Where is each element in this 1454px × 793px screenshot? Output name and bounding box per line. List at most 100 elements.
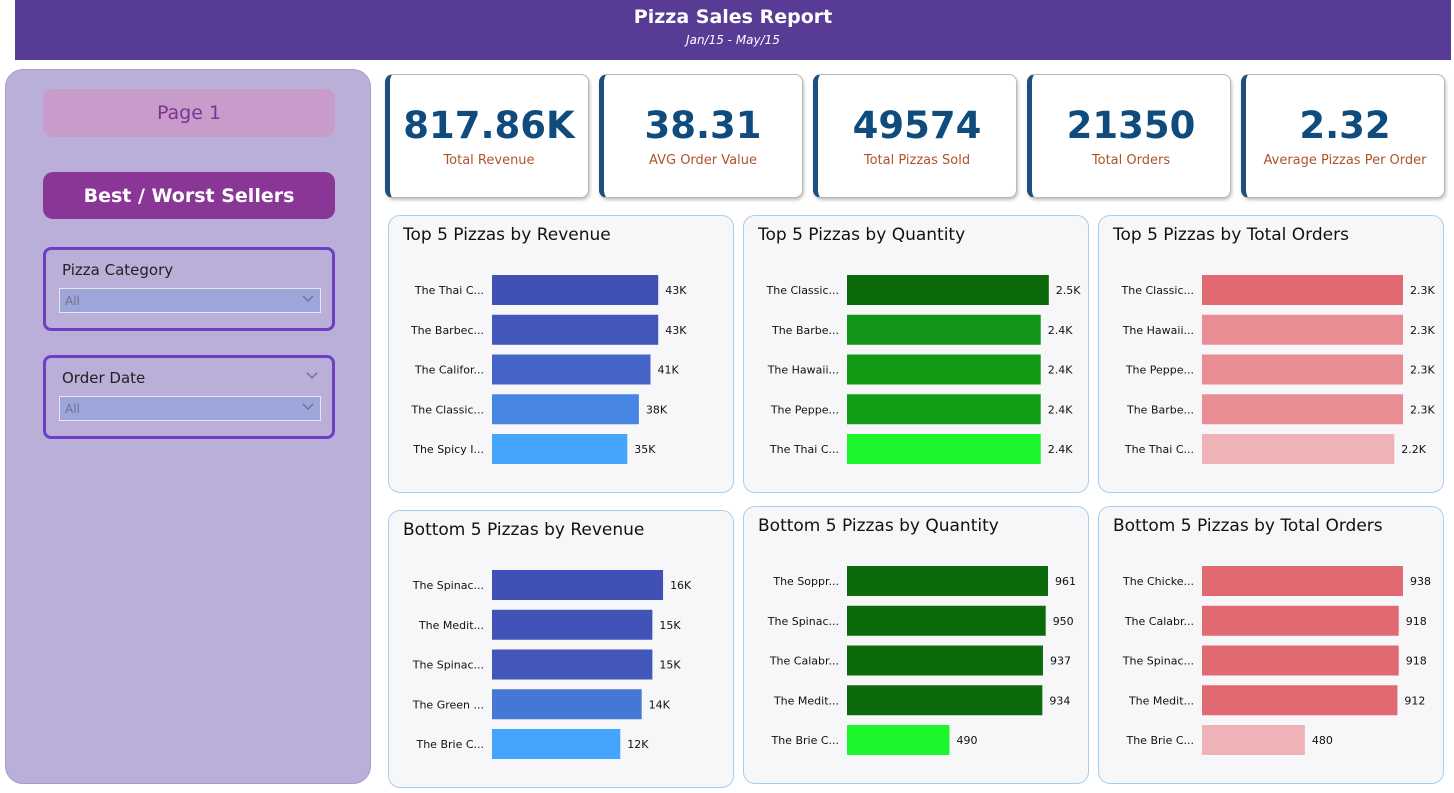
category-label: The Brie C... <box>1125 734 1194 747</box>
bar[interactable] <box>492 609 653 640</box>
chevron-down-icon <box>302 295 314 302</box>
bar[interactable] <box>847 725 950 755</box>
data-label: 938 <box>1410 575 1431 588</box>
chart-bottom5-quantity: Bottom 5 Pizzas by Quantity The Soppr...… <box>743 506 1089 784</box>
data-label: 918 <box>1406 615 1427 628</box>
chart-bottom5-revenue: Bottom 5 Pizzas by Revenue The Spinac...… <box>388 510 734 788</box>
category-label: The Spicy I... <box>412 443 484 456</box>
bar[interactable] <box>492 434 628 464</box>
chevron-down-icon[interactable] <box>306 369 318 381</box>
data-label: 934 <box>1049 694 1070 707</box>
bar[interactable] <box>1202 434 1395 464</box>
chart-bottom5-orders: Bottom 5 Pizzas by Total Orders The Chic… <box>1098 506 1444 784</box>
bar[interactable] <box>847 314 1041 345</box>
bar[interactable] <box>492 689 642 720</box>
bar[interactable] <box>847 685 1043 716</box>
category-label: The Barbec... <box>410 324 484 337</box>
bar[interactable] <box>1202 605 1399 636</box>
bar[interactable] <box>847 394 1041 425</box>
bar[interactable] <box>1202 725 1305 755</box>
category-label: The Soppr... <box>772 575 839 588</box>
bar[interactable] <box>1202 275 1403 305</box>
pizza-category-dropdown[interactable]: All <box>59 288 321 313</box>
data-label: 14K <box>649 698 671 711</box>
bar[interactable] <box>1202 354 1403 385</box>
bar[interactable] <box>492 354 651 385</box>
chart-bottom5-revenue-svg: The Spinac... 16K The Medit... 15K The Spina… <box>412 570 692 759</box>
data-label: 2.3K <box>1410 403 1435 416</box>
data-label: 2.5K <box>1056 284 1081 297</box>
data-label: 43K <box>665 324 687 337</box>
bar[interactable] <box>847 566 1048 596</box>
category-label: The Thai C... <box>414 284 484 297</box>
category-label: The Classic... <box>411 403 485 416</box>
category-label: The Barbe... <box>1126 403 1194 416</box>
category-label: The Hawaii... <box>1122 324 1194 337</box>
bar[interactable] <box>492 729 621 759</box>
category-label: The Green ... <box>412 698 484 711</box>
category-label: The Brie C... <box>770 734 839 747</box>
category-label: The Peppe... <box>1125 364 1194 377</box>
category-label: The Chicke... <box>1122 575 1194 588</box>
order-date-dropdown[interactable]: All <box>59 396 321 421</box>
data-label: 480 <box>1312 734 1333 747</box>
report-title: Pizza Sales Report <box>633 6 833 28</box>
bar[interactable] <box>1202 394 1403 425</box>
kpi-label: Total Revenue <box>443 153 535 168</box>
kpi-card-avg-order-value: 38.31 AVG Order Value <box>599 74 803 198</box>
report-header: Pizza Sales Report Jan/15 - May/15 <box>15 0 1451 60</box>
bar[interactable] <box>1202 645 1399 676</box>
kpi-label: Average Pizzas Per Order <box>1263 153 1427 168</box>
data-label: 38K <box>646 403 668 416</box>
bar[interactable] <box>492 394 639 425</box>
bar[interactable] <box>492 649 653 680</box>
order-date-label: Order Date <box>62 369 146 387</box>
data-label: 2.3K <box>1410 284 1435 297</box>
data-label: 2.4K <box>1048 364 1073 377</box>
pizza-category-slicer: Pizza Category All <box>43 247 335 331</box>
category-label: The Califor... <box>414 364 484 377</box>
bar[interactable] <box>847 645 1043 676</box>
bar[interactable] <box>1202 685 1398 716</box>
data-label: 950 <box>1053 615 1074 628</box>
chart-top5-revenue: Top 5 Pizzas by Revenue The Thai C... 43K… <box>388 215 734 493</box>
bar[interactable] <box>492 570 664 600</box>
pizza-category-value: All <box>65 294 80 308</box>
category-label: The Thai C... <box>769 443 839 456</box>
chart-top5-revenue-svg: The Thai C... 43K The Barbec... 43K The Cali… <box>410 275 687 464</box>
kpi-card-total-revenue: 817.86K Total Revenue <box>385 74 589 198</box>
best-worst-sellers-button[interactable]: Best / Worst Sellers <box>43 172 335 219</box>
kpi-card-total-pizzas-sold: 49574 Total Pizzas Sold <box>813 74 1017 198</box>
category-label: The Calabr... <box>769 655 839 668</box>
chart-top5-quantity: Top 5 Pizzas by Quantity The Classic... 2… <box>743 215 1089 493</box>
data-label: 2.4K <box>1048 403 1073 416</box>
bar[interactable] <box>847 354 1041 385</box>
category-label: The Medit... <box>418 619 484 632</box>
bar[interactable] <box>492 314 659 345</box>
order-date-value: All <box>65 402 80 416</box>
category-label: The Spinac... <box>767 615 839 628</box>
bar[interactable] <box>847 434 1041 464</box>
data-label: 2.3K <box>1410 324 1435 337</box>
category-label: The Classic... <box>766 284 840 297</box>
bar[interactable] <box>492 275 659 305</box>
sidebar: Page 1 Best / Worst Sellers Pizza Catego… <box>5 69 371 784</box>
category-label: The Medit... <box>1128 694 1194 707</box>
bar[interactable] <box>1202 314 1403 345</box>
data-label: 43K <box>665 284 687 297</box>
data-label: 2.4K <box>1048 324 1073 337</box>
category-label: The Brie C... <box>415 738 484 751</box>
bar[interactable] <box>1202 566 1403 596</box>
kpi-label: Total Pizzas Sold <box>863 153 971 168</box>
bar[interactable] <box>847 605 1046 636</box>
data-label: 15K <box>659 659 681 672</box>
bar[interactable] <box>847 275 1049 305</box>
pizza-category-label: Pizza Category <box>62 261 174 279</box>
category-label: The Calabr... <box>1124 615 1194 628</box>
kpi-value: 21350 <box>1066 104 1196 147</box>
category-label: The Classic... <box>1121 284 1195 297</box>
data-label: 918 <box>1406 655 1427 668</box>
category-label: The Barbe... <box>771 324 839 337</box>
chart-bottom5-orders-svg: The Chicke... 938 The Calabr... 918 The Spin… <box>1122 566 1431 755</box>
page-1-button[interactable]: Page 1 <box>43 89 335 137</box>
